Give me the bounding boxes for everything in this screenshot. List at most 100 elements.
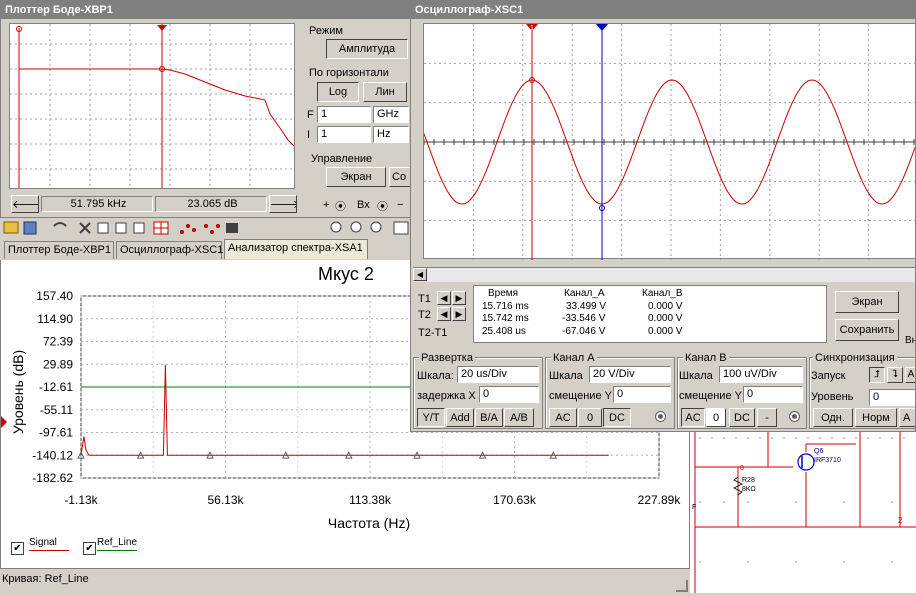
sweep-delay-label: задержка X <box>417 390 476 402</box>
bode-mode-label: Режим <box>309 25 343 37</box>
col-time-header: Время <box>488 288 519 299</box>
bode-minus-label: − <box>397 199 404 211</box>
y-tick-label: -55.11 <box>40 403 73 417</box>
ba-button[interactable]: B/A <box>475 408 503 427</box>
t2-left-arrow-button[interactable]: ◀ <box>437 307 451 321</box>
bode-log-button[interactable]: Log <box>317 82 359 102</box>
oscilloscope-window: Осциллограф-XSC1 1 ◀ T1 ◀ ▶ T2 ◀ ▶ T2-T1… <box>410 0 916 432</box>
sync-trigger-label: Запуск <box>811 370 846 382</box>
bode-left-arrow-button[interactable]: 🡐 <box>11 195 39 213</box>
sweep-scale-label: Шкала: <box>417 370 454 382</box>
legend-ref-checkbox[interactable]: ✔ <box>83 542 96 555</box>
bode-lin-button[interactable]: Лин <box>363 82 407 102</box>
y-tick-label: 29.89 <box>43 357 73 371</box>
legend-signal[interactable]: ✔ Signal <box>11 537 73 560</box>
chan-a-offset-field[interactable]: 0 <box>613 386 671 403</box>
resize-grip-icon[interactable] <box>676 580 688 592</box>
yt-button[interactable]: Y/T <box>417 408 445 427</box>
bode-horizontal-label: По горизонтали <box>309 67 389 79</box>
legend-signal-swatch <box>29 550 69 551</box>
sync-level-label: Уровень <box>811 391 854 403</box>
tab-bode[interactable]: Плоттер Боде-XBP1 <box>4 241 114 259</box>
bode-right-arrow-button[interactable]: 🡒 <box>269 195 297 213</box>
t2t1-label: T2-T1 <box>418 327 448 339</box>
bode-title[interactable]: Плоттер Боде-XBP1 <box>1 1 411 19</box>
schematic-node-2: 2 <box>898 516 903 525</box>
chan-a-scale-field[interactable]: 20 V/Div <box>589 366 671 383</box>
schematic-left-partial: F <box>692 504 697 511</box>
bode-f-unit[interactable]: GHz <box>373 106 409 123</box>
scope-scroll-left-button[interactable]: ◀ <box>413 268 427 281</box>
tab-spectrum-analyzer[interactable]: Анализатор спектра-XSA1 <box>224 239 368 259</box>
scope-ext-label: Вн <box>905 335 916 346</box>
row1-a: 33.499 V <box>566 301 607 312</box>
legend-signal-checkbox[interactable]: ✔ <box>11 542 24 555</box>
bode-save-button[interactable]: Со <box>389 167 411 187</box>
chan-b-ac-button[interactable]: AC <box>681 408 705 427</box>
sweep-delay-field[interactable]: 0 <box>479 386 539 403</box>
t1-right-arrow-button[interactable]: ▶ <box>452 291 466 305</box>
left-marker-icon <box>1 416 7 428</box>
bode-in-radio[interactable]: ⦿ <box>335 198 346 214</box>
chan-b-zero-button[interactable]: 0 <box>706 408 726 427</box>
tab-oscilloscope[interactable]: Осциллограф-XSC1 <box>116 241 223 259</box>
chan-b-dc-button[interactable]: DC <box>729 408 755 427</box>
legend-signal-label: Signal <box>29 537 57 548</box>
bode-i-value[interactable]: 1 <box>317 126 371 143</box>
chan-b-offset-field[interactable]: 0 <box>743 386 803 403</box>
status-bar: Кривая: Ref_Line <box>0 568 690 594</box>
y-tick-label: 157.40 <box>36 289 73 303</box>
chan-b-scale-field[interactable]: 100 uV/Div <box>719 366 803 383</box>
scope-scrollbar[interactable]: ◀ <box>413 267 915 282</box>
t1-left-arrow-button[interactable]: ◀ <box>437 291 451 305</box>
t2-right-arrow-button[interactable]: ▶ <box>452 307 466 321</box>
cursor-arrows: T1 ◀ ▶ T2 ◀ ▶ T2-T1 <box>415 289 471 341</box>
bode-screen-button[interactable]: Экран <box>326 167 386 187</box>
bode-amplitude-button[interactable]: Амплитуда <box>326 39 408 59</box>
chan-b-scale-label: Шкала <box>679 370 713 382</box>
chan-a-zero-button[interactable]: 0 <box>578 408 602 427</box>
bode-i-unit[interactable]: Hz <box>373 126 409 143</box>
add-button[interactable]: Add <box>446 408 474 427</box>
tab-strip: Плоттер Боде-XBP1 Осциллограф-XSC1 Анали… <box>0 238 412 260</box>
sync-level-field[interactable]: 0 <box>869 389 915 406</box>
schematic-q-label: Q6 <box>814 448 824 455</box>
sync-auto-button[interactable]: А <box>899 408 915 427</box>
chart-title: Мкус 2 <box>318 264 374 284</box>
trigger-ext-icon[interactable]: A <box>905 367 915 383</box>
schematic-q-part: IRF3710 <box>814 457 841 464</box>
trigger-falling-edge-icon[interactable]: ⮧ <box>887 367 903 383</box>
schematic-svg <box>694 432 916 593</box>
chan-a-dc-button[interactable]: DC <box>603 408 631 427</box>
legend-ref-line[interactable]: ✔ Ref_Line <box>83 537 153 560</box>
chan-a-radio-icon[interactable] <box>655 411 666 422</box>
row1-time: 15.716 ms <box>482 301 529 312</box>
bode-out-radio[interactable]: ⦿ <box>377 198 388 214</box>
scope-title[interactable]: Осциллограф-XSC1 <box>411 1 915 19</box>
scope-screen[interactable]: 1 <box>423 23 915 260</box>
legend-ref-label: Ref_Line <box>97 537 138 548</box>
chan-a-offset-label: смещение Y <box>549 390 612 402</box>
bode-i-label: I <box>307 129 311 141</box>
ab-button[interactable]: A/B <box>504 408 534 427</box>
scope-save-button[interactable]: Сохранить <box>835 319 899 341</box>
chan-b-minus-button[interactable]: - <box>757 408 777 427</box>
chan-a-ac-button[interactable]: AC <box>549 408 577 427</box>
x-tick-label: 170.63k <box>493 493 537 507</box>
t1-label: T1 <box>418 293 431 305</box>
sweep-scale-field[interactable]: 20 us/Div <box>457 366 539 383</box>
schematic-area[interactable]: Q6 IRF3710 8 R28 8KΩ F 2 <box>690 432 916 593</box>
sync-single-button[interactable]: Одн. <box>813 408 853 427</box>
scope-screen-button[interactable]: Экран <box>835 291 899 313</box>
bode-f-value[interactable]: 1 <box>317 106 371 123</box>
row2-b: 0.000 V <box>648 313 683 324</box>
row2-time: 15.742 ms <box>482 313 529 324</box>
sync-normal-button[interactable]: Норм <box>855 408 897 427</box>
trigger-rising-edge-icon[interactable]: ⮥ <box>869 367 885 383</box>
bode-plot[interactable] <box>9 23 295 189</box>
row3-time: 25.408 us <box>482 326 526 337</box>
sweep-title: Развертка <box>419 352 475 364</box>
bode-control-label: Управление <box>311 153 373 165</box>
chan-b-radio-icon[interactable] <box>789 411 800 422</box>
col-a-header: Канал_А <box>564 288 605 299</box>
